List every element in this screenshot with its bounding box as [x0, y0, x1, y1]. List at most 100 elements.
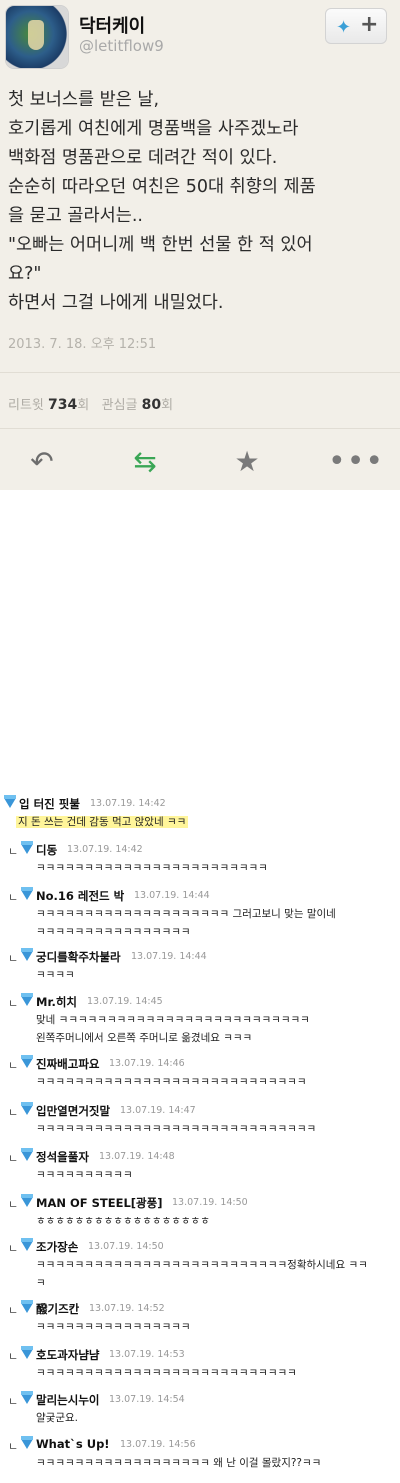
tweet-stats: 리트윗 734회 관심글 80회 — [8, 394, 173, 413]
comment-text-line: ㅋㅋㅋㅋ — [36, 969, 75, 981]
comment-header: 입 터진 핏불 13.07.19. 14:42 — [0, 795, 400, 812]
tweet-line: 백화점 명품관으로 데려간 적이 있다. — [8, 148, 278, 168]
comment-date: 13.07.19. 14:50 — [88, 1241, 164, 1252]
retweet-unit: 회 — [77, 398, 90, 413]
comment-date: 13.07.19. 14:52 — [89, 1303, 165, 1314]
comment-date: 13.07.19. 14:46 — [109, 1058, 185, 1069]
comment-text: ㅋㅋㅋㅋㅋㅋㅋㅋㅋㅋㅋㅋㅋㅋㅋㅋㅋㅋㅋㅋㅋㅋㅋㅋㅋㅋ정확하시네요 ㅋㅋ — [36, 1256, 368, 1274]
comment-text-line: ㅋㅋㅋㅋㅋㅋㅋㅋㅋㅋ — [36, 1169, 133, 1181]
comment-item: ㄴ 궁디를확주차불라 13.07.19. 14:44 ㅋㅋㅋㅋ — [0, 948, 400, 981]
comment-text-line: ㅋㅋㅋㅋㅋㅋㅋㅋㅋㅋㅋㅋㅋㅋㅋㅋㅋㅋㅋㅋㅋㅋㅋㅋ — [36, 862, 268, 874]
more-dots-icon[interactable]: ••• — [328, 444, 383, 480]
comment-text: ㅋㅋㅋㅋㅋㅋㅋㅋㅋㅋㅋㅋㅋㅋㅋㅋㅋㅋㅋㅋㅋㅋㅋㅋ — [36, 859, 268, 877]
comment-author[interactable]: 조가장손 — [36, 1239, 78, 1255]
comment-text: 얄궂군요. — [36, 1409, 78, 1427]
tweet-card: 닥터케이 @letitflow9 ✦ + 첫 보너스를 받은 날, 호기롭게 여… — [0, 0, 400, 490]
comment-text-line: ㅎㅎㅎㅎㅎㅎㅎㅎㅎㅎㅎㅎㅎㅎㅎㅎㅎㅎ — [36, 1215, 210, 1227]
tweet-author-handle[interactable]: @letitflow9 — [79, 37, 164, 55]
reply-icon[interactable]: ↶ — [22, 444, 62, 480]
diamond-icon — [21, 1194, 33, 1207]
comment-text-line: 얄궂군요. — [36, 1412, 78, 1424]
comment-header: ㄴ 醱기즈칸 13.07.19. 14:52 — [0, 1300, 400, 1317]
comment-text: ㅋㅋㅋㅋㅋㅋㅋㅋㅋㅋㅋㅋㅋㅋㅋㅋ — [36, 923, 191, 941]
comment-author[interactable]: 입 터진 핏불 — [19, 796, 80, 812]
tweet-text: 첫 보너스를 받은 날, 호기롭게 여친에게 명품백을 사주겠노라 백화점 명품… — [8, 86, 398, 318]
comment-text: ㅋㅋㅋㅋㅋㅋㅋㅋㅋㅋ — [36, 1166, 133, 1184]
comment-date: 13.07.19. 14:42 — [90, 798, 166, 809]
comment-header: ㄴ 궁디를확주차불라 13.07.19. 14:44 — [0, 948, 400, 965]
comment-date: 13.07.19. 14:47 — [120, 1105, 196, 1116]
comment-date: 13.07.19. 14:44 — [131, 951, 207, 962]
diamond-icon — [21, 1300, 33, 1313]
comment-text: 지 돈 쓰는 건데 감동 먹고 앉았네 ㅋㅋ — [16, 813, 189, 831]
comment-text-line: ㅋ — [36, 1277, 46, 1289]
comment-author[interactable]: 입만열면거짓말 — [36, 1103, 110, 1119]
comment-item: ㄴ 말리는시누이 13.07.19. 14:54 얄궂군요. — [0, 1391, 400, 1424]
comment-text-line: ㅋㅋㅋㅋㅋㅋㅋㅋㅋㅋㅋㅋㅋㅋㅋㅋ — [36, 926, 191, 938]
reply-indent-icon: ㄴ — [8, 1106, 19, 1119]
favorite-unit: 회 — [161, 398, 174, 413]
comment-text: ㅋㅋㅋㅋㅋㅋㅋㅋㅋㅋㅋㅋㅋㅋㅋㅋㅋㅋ 왜 난 이걸 몰랐지??ㅋㅋ — [36, 1454, 321, 1472]
reply-indent-icon: ㄴ — [8, 891, 19, 904]
tweet-author-name[interactable]: 닥터케이 — [79, 12, 145, 38]
tweet-line: 을 묻고 골라서는.. — [8, 206, 143, 226]
diamond-icon — [21, 993, 33, 1006]
comment-text: ㅋㅋㅋㅋㅋㅋㅋㅋㅋㅋㅋㅋㅋㅋㅋㅋ — [36, 1318, 191, 1336]
retweet-stat-label: 리트윗 — [8, 398, 44, 413]
reply-indent-icon: ㄴ — [8, 1395, 19, 1408]
reply-indent-icon: ㄴ — [8, 1198, 19, 1211]
reply-indent-icon: ㄴ — [8, 845, 19, 858]
comment-text-line: ㅋㅋㅋㅋㅋㅋㅋㅋㅋㅋㅋㅋㅋㅋㅋㅋㅋㅋ 왜 난 이걸 몰랐지??ㅋㅋ — [36, 1457, 322, 1469]
reply-indent-icon: ㄴ — [8, 1059, 19, 1072]
diamond-icon — [21, 1346, 33, 1359]
diamond-icon — [21, 841, 33, 854]
comment-author[interactable]: 호도과자냠냠 — [36, 1347, 99, 1363]
comment-author[interactable]: What`s Up! — [36, 1437, 110, 1451]
comment-text: ㅋㅋㅋㅋㅋㅋㅋㅋㅋㅋㅋㅋㅋㅋㅋㅋㅋㅋㅋㅋㅋㅋㅋㅋㅋㅋㅋㅋㅋ — [36, 1120, 316, 1138]
comment-list: 입 터진 핏불 13.07.19. 14:42 지 돈 쓰는 건데 감동 먹고 앉았… — [0, 786, 400, 1483]
comment-item: 입 터진 핏불 13.07.19. 14:42 지 돈 쓰는 건데 감동 먹고 앉았… — [0, 795, 400, 828]
diamond-icon — [21, 887, 33, 900]
comment-author[interactable]: 말리는시누이 — [36, 1392, 99, 1408]
comment-text-line: ㅋㅋㅋㅋㅋㅋㅋㅋㅋㅋㅋㅋㅋㅋㅋㅋㅋㅋㅋㅋㅋㅋㅋㅋㅋㅋ정확하시네요 ㅋㅋ — [36, 1259, 368, 1271]
comment-header: ㄴ 말리는시누이 13.07.19. 14:54 — [0, 1391, 400, 1408]
comment-item: ㄴ 정석을풀자 13.07.19. 14:48 ㅋㅋㅋㅋㅋㅋㅋㅋㅋㅋ — [0, 1148, 400, 1181]
comment-header: ㄴ No.16 레전드 박 13.07.19. 14:44 — [0, 887, 400, 904]
avatar[interactable] — [6, 6, 68, 68]
comment-date: 13.07.19. 14:56 — [120, 1439, 196, 1450]
diamond-icon — [21, 1102, 33, 1115]
follow-button[interactable]: ✦ + — [325, 8, 387, 44]
reply-indent-icon: ㄴ — [8, 1440, 19, 1453]
comment-text-line: ㅋㅋㅋㅋㅋㅋㅋㅋㅋㅋㅋㅋㅋㅋㅋㅋ — [36, 1321, 191, 1333]
retweet-count[interactable]: 734 — [48, 397, 77, 413]
comment-date: 13.07.19. 14:53 — [109, 1349, 185, 1360]
comment-text: ㅋㅋㅋㅋ — [36, 966, 75, 984]
comment-text-line: ㅋㅋㅋㅋㅋㅋㅋㅋㅋㅋㅋㅋㅋㅋㅋㅋㅋㅋㅋㅋ 그러고보니 맞는 말이네 — [36, 908, 336, 920]
comment-date: 13.07.19. 14:44 — [134, 890, 210, 901]
comment-author[interactable]: Mr.히치 — [36, 994, 77, 1010]
favorite-count[interactable]: 80 — [142, 397, 161, 413]
comment-item: ㄴ 醱기즈칸 13.07.19. 14:52 ㅋㅋㅋㅋㅋㅋㅋㅋㅋㅋㅋㅋㅋㅋㅋㅋ — [0, 1300, 400, 1333]
reply-indent-icon: ㄴ — [8, 952, 19, 965]
retweet-icon[interactable]: ⇆ — [125, 444, 165, 480]
comment-item: ㄴ No.16 레전드 박 13.07.19. 14:44 ㅋㅋㅋㅋㅋㅋㅋㅋㅋㅋㅋㅋㅋ… — [0, 887, 400, 938]
reply-indent-icon: ㄴ — [8, 1152, 19, 1165]
comment-author[interactable]: MAN OF STEEL[광풍] — [36, 1195, 162, 1211]
favorite-stat-label: 관심글 — [101, 398, 138, 413]
comment-header: ㄴ 호도과자냠냠 13.07.19. 14:53 — [0, 1346, 400, 1363]
comment-author[interactable]: 디동 — [36, 842, 57, 858]
comment-author[interactable]: No.16 레전드 박 — [36, 888, 124, 904]
comment-author[interactable]: 궁디를확주차불라 — [36, 949, 121, 965]
tweet-line: "오빠는 어머니께 백 한번 선물 한 적 있어 — [8, 235, 313, 255]
comment-item: ㄴ 디동 13.07.19. 14:42 ㅋㅋㅋㅋㅋㅋㅋㅋㅋㅋㅋㅋㅋㅋㅋㅋㅋㅋㅋㅋㅋㅋ… — [0, 841, 400, 874]
diamond-icon — [21, 1055, 33, 1068]
comment-text: ㅎㅎㅎㅎㅎㅎㅎㅎㅎㅎㅎㅎㅎㅎㅎㅎㅎㅎ — [36, 1212, 210, 1230]
comment-date: 13.07.19. 14:42 — [67, 844, 143, 855]
comment-date: 13.07.19. 14:48 — [99, 1151, 175, 1162]
comment-author[interactable]: 정석을풀자 — [36, 1149, 89, 1165]
diamond-icon — [21, 1238, 33, 1251]
comment-author[interactable]: 진짜배고파요 — [36, 1056, 99, 1072]
plus-icon: + — [360, 12, 379, 37]
comment-author[interactable]: 醱기즈칸 — [36, 1301, 79, 1317]
favorite-star-icon[interactable]: ★ — [227, 444, 267, 480]
